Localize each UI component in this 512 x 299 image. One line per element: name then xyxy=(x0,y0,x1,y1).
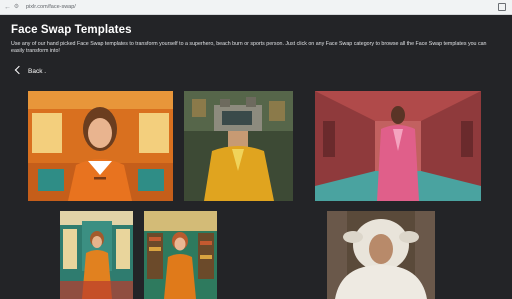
template-image-5 xyxy=(144,211,217,299)
template-image-6 xyxy=(327,211,435,299)
address-bar[interactable]: pixlr.com/face-swap/ xyxy=(26,2,76,13)
page-title: Face Swap Templates xyxy=(11,24,132,36)
template-image-1 xyxy=(28,91,173,201)
chevron-left-icon xyxy=(14,65,24,75)
template-card-5[interactable] xyxy=(144,211,217,299)
site-info-icon[interactable]: ⚙ xyxy=(12,3,21,12)
template-card-2[interactable] xyxy=(184,91,293,201)
back-label: Back . xyxy=(28,68,47,75)
page-description: Use any of our hand picked Face Swap tem… xyxy=(11,41,487,54)
page-content: Face Swap Templates Use any of our hand … xyxy=(0,15,512,299)
template-image-3 xyxy=(315,91,481,201)
template-image-2 xyxy=(184,91,293,201)
back-arrow-icon[interactable]: ← xyxy=(3,3,12,12)
extensions-icon[interactable] xyxy=(498,3,506,11)
template-card-3[interactable] xyxy=(315,91,481,201)
back-link[interactable]: Back . xyxy=(14,65,47,78)
template-image-4 xyxy=(60,211,133,299)
template-card-1[interactable] xyxy=(28,91,173,201)
template-card-4[interactable] xyxy=(60,211,133,299)
browser-toolbar: ← ⚙ pixlr.com/face-swap/ xyxy=(0,0,512,15)
template-card-6[interactable] xyxy=(327,211,435,299)
